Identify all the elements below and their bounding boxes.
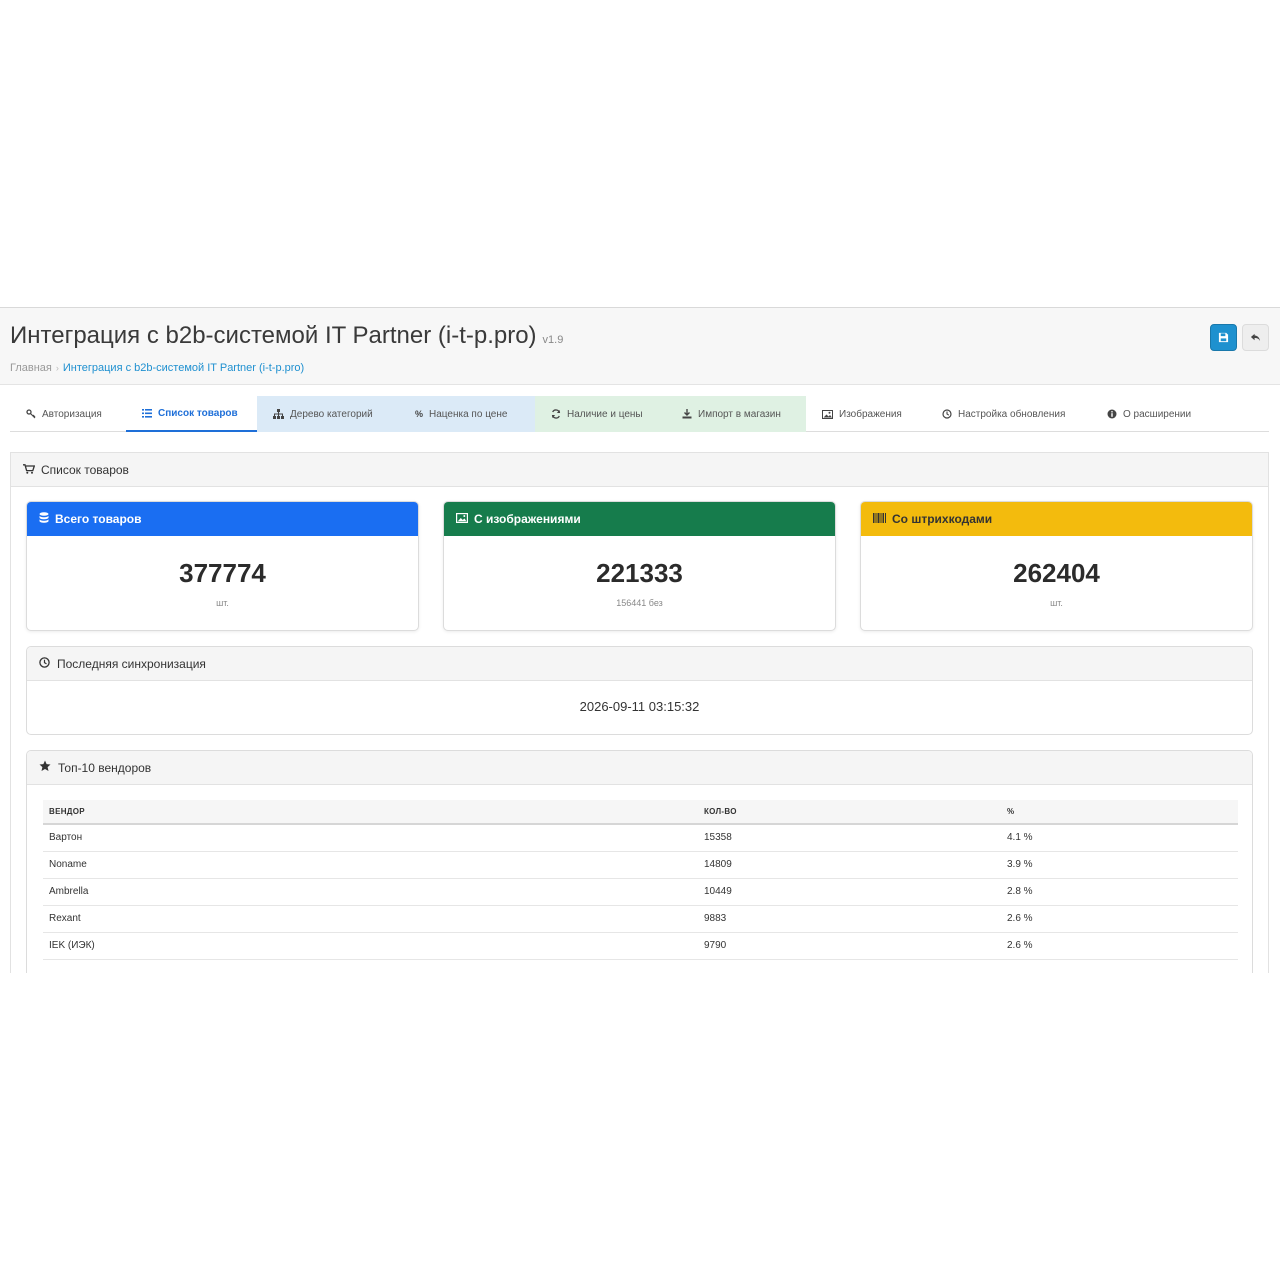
percent-icon: %: [415, 409, 424, 419]
percent-cell: 4.1 %: [1001, 824, 1238, 852]
card-title: С изображениями: [474, 512, 581, 526]
reply-icon: [1250, 333, 1261, 342]
last-sync-box: Последняя синхронизация 2026-09-11 03:15…: [26, 646, 1253, 735]
tab-stock-prices[interactable]: Наличие и цены: [535, 396, 666, 432]
card-header: Со штрихкодами: [861, 502, 1252, 536]
vendors-table: ВЕНДОР КОЛ-ВО % Вартон 15358 4.1 % Nonam…: [43, 800, 1238, 960]
box-header: Последняя синхронизация: [27, 647, 1252, 681]
card-subtitle: шт.: [216, 598, 229, 608]
app-window: Интеграция с b2b-системой IT Partner (i-…: [0, 307, 1280, 973]
tab-label: О расширении: [1123, 408, 1192, 420]
tab-label: Список товаров: [158, 407, 238, 419]
stat-card-total: Всего товаров 377774 шт.: [26, 501, 419, 631]
tab-label: Дерево категорий: [290, 408, 373, 420]
table-row: Noname 14809 3.9 %: [43, 851, 1238, 879]
page-title: Интеграция с b2b-системой IT Partner (i-…: [10, 322, 563, 350]
sitemap-icon: [273, 409, 284, 419]
star-icon: [39, 760, 51, 775]
box-title: Топ-10 вендоров: [58, 760, 152, 775]
clock-icon: [39, 656, 50, 671]
sync-timestamp: 2026-09-11 03:15:32: [579, 699, 700, 714]
list-icon: [142, 408, 152, 418]
vendor-cell: Noname: [43, 851, 698, 879]
vendor-cell: Ambrella: [43, 878, 698, 906]
refresh-icon: [551, 409, 561, 419]
breadcrumb-home-link[interactable]: Главная: [10, 362, 52, 374]
barcode-icon: [873, 512, 886, 526]
count-cell: 10449: [698, 878, 1001, 906]
column-header-percent: %: [1001, 800, 1238, 825]
card-subtitle: 156441 без: [616, 598, 663, 608]
stat-card-with-barcodes: Со штрихкодами 262404 шт.: [860, 501, 1253, 631]
card-header: Всего товаров: [27, 502, 418, 536]
tab-import-store[interactable]: Импорт в магазин: [666, 396, 806, 432]
stat-card-with-images: С изображениями 221333 156441 без: [443, 501, 836, 631]
table-header-row: ВЕНДОР КОЛ-ВО %: [43, 800, 1238, 825]
box-header: Топ-10 вендоров: [27, 751, 1252, 785]
top-vendors-box: Топ-10 вендоров ВЕНДОР КОЛ-ВО % Вартон 1…: [26, 750, 1253, 973]
table-row: Ambrella 10449 2.8 %: [43, 878, 1238, 906]
breadcrumb-current-link[interactable]: Интеграция с b2b-системой IT Partner (i-…: [63, 362, 304, 374]
floppy-disk-icon: [1218, 332, 1229, 343]
product-list-panel: Список товаров Всего товаров 377774 шт. …: [10, 452, 1269, 973]
panel-header: Список товаров: [11, 453, 1268, 487]
tab-about[interactable]: О расширении: [1091, 396, 1201, 432]
card-value: 221333: [596, 558, 683, 588]
tab-images[interactable]: Изображения: [806, 396, 926, 432]
save-button[interactable]: [1210, 324, 1237, 351]
vendor-cell: Rexant: [43, 905, 698, 933]
table-row: Rexant 9883 2.6 %: [43, 905, 1238, 933]
shopping-cart-icon: [23, 463, 36, 477]
count-cell: 14809: [698, 851, 1001, 879]
count-cell: 15358: [698, 824, 1001, 852]
page-header: Интеграция с b2b-системой IT Partner (i-…: [0, 308, 1280, 385]
tab-label: Изображения: [839, 408, 902, 420]
breadcrumb: Главная › Интеграция с b2b-системой IT Par…: [10, 362, 304, 374]
percent-cell: 2.6 %: [1001, 932, 1238, 960]
tab-label: Наличие и цены: [567, 408, 643, 420]
column-header-vendor: ВЕНДОР: [43, 800, 698, 825]
percent-cell: 3.9 %: [1001, 851, 1238, 879]
vendor-cell: Вартон: [43, 824, 698, 852]
card-title: Всего товаров: [55, 512, 142, 526]
tab-price-markup[interactable]: % Наценка по цене: [399, 396, 535, 432]
table-row: IEK (ИЭК) 9790 2.6 %: [43, 932, 1238, 960]
table-row: Вартон 15358 4.1 %: [43, 824, 1238, 852]
page-title-text: Интеграция с b2b-системой IT Partner (i-…: [10, 322, 537, 349]
breadcrumb-separator: ›: [55, 363, 59, 373]
count-cell: 9790: [698, 932, 1001, 960]
version-label: v1.9: [542, 334, 564, 346]
tab-label: Импорт в магазин: [698, 408, 781, 420]
percent-cell: 2.8 %: [1001, 878, 1238, 906]
tab-label: Авторизация: [42, 408, 102, 420]
tab-authorization[interactable]: Авторизация: [10, 396, 126, 432]
card-value: 262404: [1013, 558, 1100, 588]
clock-icon: [942, 409, 952, 419]
card-header: С изображениями: [444, 502, 835, 536]
tab-bar: Авторизация Список товаров Дерево катего…: [10, 396, 1269, 432]
image-icon: [822, 409, 833, 419]
download-icon: [682, 409, 692, 419]
tab-label: Наценка по цене: [429, 408, 508, 420]
tab-update-settings[interactable]: Настройка обновления: [926, 396, 1091, 432]
count-cell: 9883: [698, 905, 1001, 933]
vendor-cell: IEK (ИЭК): [43, 932, 698, 960]
card-title: Со штрихкодами: [892, 512, 993, 526]
panel-title: Список товаров: [41, 462, 129, 477]
tab-label: Настройка обновления: [958, 408, 1066, 420]
column-header-count: КОЛ-ВО: [698, 800, 1001, 825]
key-icon: [26, 409, 36, 419]
info-icon: [1107, 409, 1117, 419]
tab-category-tree[interactable]: Дерево категорий: [257, 396, 399, 432]
box-title: Последняя синхронизация: [57, 656, 206, 671]
database-icon: [39, 511, 49, 527]
image-icon: [456, 512, 469, 526]
card-value: 377774: [179, 558, 266, 588]
back-button[interactable]: [1242, 324, 1269, 351]
percent-cell: 2.6 %: [1001, 905, 1238, 933]
card-subtitle: шт.: [1050, 598, 1063, 608]
tab-product-list[interactable]: Список товаров: [126, 396, 257, 432]
